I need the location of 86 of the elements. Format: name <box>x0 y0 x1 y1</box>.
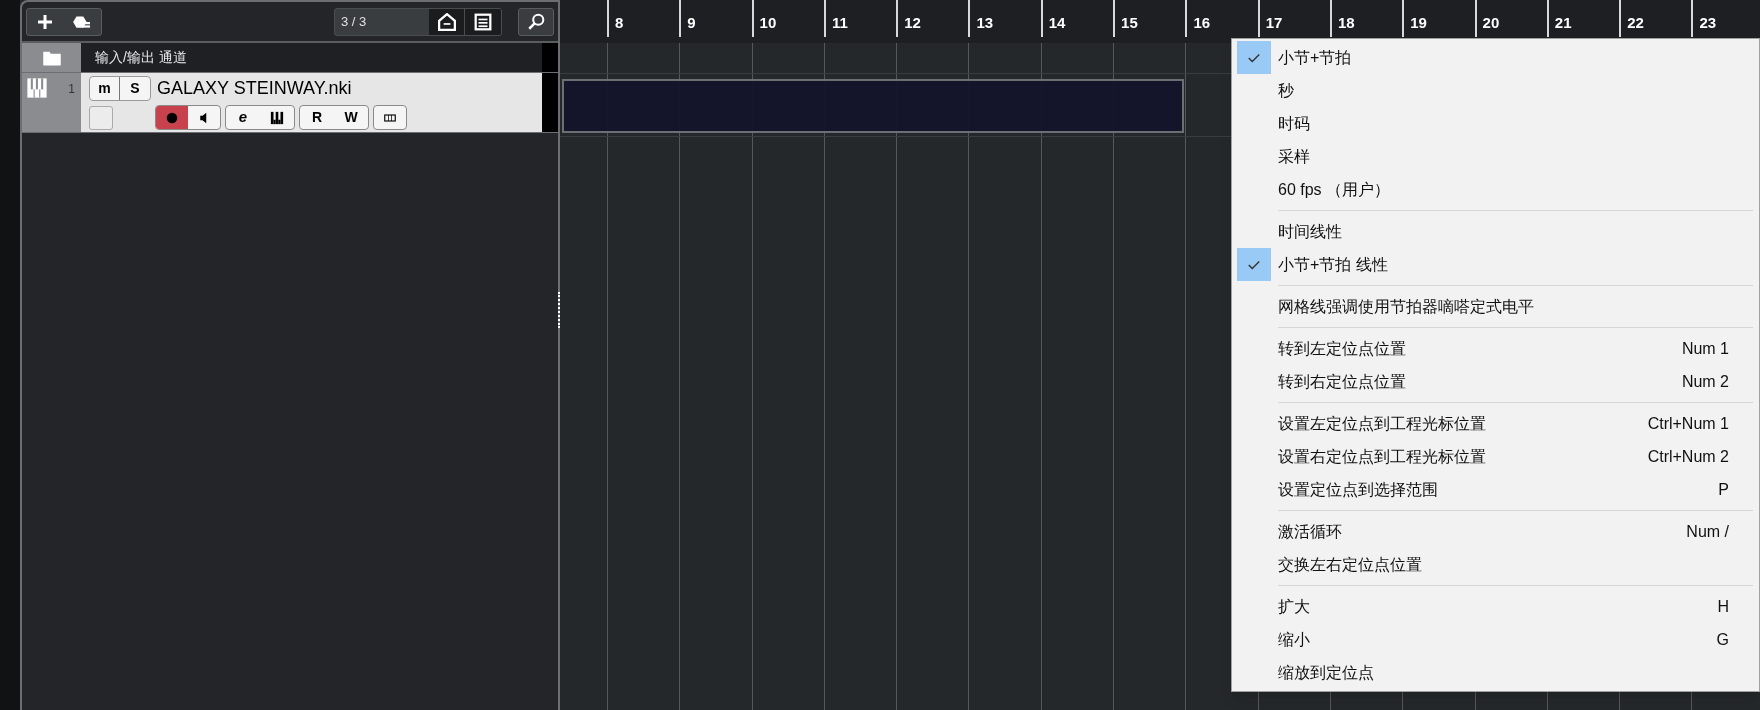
menu-item-label: 时间线性 <box>1278 221 1343 242</box>
solo-button[interactable]: S <box>120 77 150 100</box>
house-icon <box>437 12 456 31</box>
menu-item[interactable]: 激活循环 Num / <box>1232 515 1759 548</box>
bar-number: 15 <box>1121 12 1138 33</box>
menu-item[interactable]: 采样 <box>1232 140 1759 173</box>
bar-number: 10 <box>759 12 777 33</box>
menu-item-label: 缩放到定位点 <box>1278 662 1375 683</box>
menu-item-label: 秒 <box>1278 80 1295 101</box>
menu-item-label: 转到左定位点位置 <box>1278 338 1407 359</box>
bar-number: 12 <box>904 12 921 33</box>
search-button[interactable] <box>518 7 554 36</box>
bar-number: 22 <box>1627 12 1644 33</box>
folder-track-row[interactable]: 输入/输出 通道 <box>22 43 558 72</box>
menu-item-label: 转到右定位点位置 <box>1278 371 1407 392</box>
menu-item[interactable]: 转到右定位点位置 Num 2 <box>1232 365 1759 398</box>
menu-shortcut: G <box>1716 629 1729 650</box>
menu-item[interactable]: 缩放到定位点 <box>1232 656 1759 689</box>
lanes-button[interactable] <box>373 105 407 130</box>
menu-item[interactable]: 时间线性 <box>1232 215 1759 248</box>
write-automation-button[interactable]: W <box>334 106 368 129</box>
read-automation-button[interactable]: R <box>300 106 334 129</box>
record-icon <box>166 111 178 124</box>
menu-item[interactable]: 设置定位点到选择范围 P <box>1232 473 1759 506</box>
timeline-ruler[interactable]: 8 9 10 11 12 13 14 15 16 17 18 19 20 21 22 23 <box>560 0 1760 43</box>
bar-number: 20 <box>1482 12 1500 33</box>
menu-item-label: 设置左定位点到工程光标位置 <box>1278 413 1487 434</box>
menu-item[interactable]: 小节+节拍 <box>1232 41 1759 74</box>
midi-event[interactable] <box>562 79 1184 133</box>
record-enable-button[interactable] <box>156 106 188 129</box>
bar-number: 16 <box>1193 12 1211 33</box>
menu-item-label: 扩大 <box>1278 596 1311 617</box>
splitter-handle[interactable] <box>558 292 560 328</box>
menu-item-label: 小节+节拍 <box>1278 47 1353 68</box>
list-button[interactable] <box>465 8 501 35</box>
piano-keys-icon <box>270 110 284 125</box>
piano-keys-icon <box>26 77 48 99</box>
menu-shortcut: Num 2 <box>1681 371 1729 392</box>
instrument-track-row[interactable]: 1 m S GALAXY STEINWAY.nki e R W <box>22 72 558 133</box>
bar-number: 9 <box>687 12 696 33</box>
plus-icon <box>37 13 53 30</box>
search-icon <box>527 12 545 31</box>
menu-item[interactable]: 缩小 G <box>1232 623 1759 656</box>
home-button[interactable] <box>429 8 465 35</box>
bar-number: 13 <box>976 12 994 33</box>
track-name: GALAXY STEINWAY.nki <box>157 77 352 100</box>
track-color-box[interactable] <box>89 105 113 130</box>
bar-number: 21 <box>1554 12 1572 33</box>
menu-item-label: 采样 <box>1278 146 1311 167</box>
menu-item-label: 网格线强调使用节拍器嘀嗒定式电平 <box>1278 296 1535 317</box>
bar-number: 19 <box>1410 12 1427 33</box>
menu-item[interactable]: 60 fps （用户） <box>1232 173 1759 206</box>
bar-number: 17 <box>1265 12 1283 33</box>
menu-item[interactable]: 扩大 H <box>1232 590 1759 623</box>
menu-item-label: 60 fps （用户） <box>1278 179 1392 200</box>
menu-item[interactable]: 时码 <box>1232 107 1759 140</box>
bar-number: 8 <box>615 12 624 33</box>
track-number: 1 <box>68 81 76 98</box>
menu-shortcut: Num / <box>1686 521 1729 542</box>
menu-item-label: 时码 <box>1278 113 1311 134</box>
menu-item[interactable]: 交换左右定位点位置 <box>1232 548 1759 581</box>
menu-item-label: 设置右定位点到工程光标位置 <box>1278 446 1487 467</box>
menu-shortcut: Ctrl+Num 1 <box>1647 413 1729 434</box>
menu-item[interactable]: 秒 <box>1232 74 1759 107</box>
menu-shortcut: P <box>1718 479 1729 500</box>
menu-shortcut: H <box>1717 596 1729 617</box>
bar-number: 11 <box>831 12 848 33</box>
bar-number: 14 <box>1048 12 1066 33</box>
menu-shortcut: Ctrl+Num 2 <box>1647 446 1729 467</box>
mute-button[interactable]: m <box>90 77 120 100</box>
menu-item-label: 激活循环 <box>1278 521 1343 542</box>
menu-item-label: 小节+节拍 线性 <box>1278 254 1389 275</box>
bar-number: 23 <box>1699 12 1717 33</box>
menu-item[interactable]: 小节+节拍 线性 <box>1232 248 1759 281</box>
menu-item-label: 缩小 <box>1278 629 1311 650</box>
menu-item[interactable]: 设置左定位点到工程光标位置 Ctrl+Num 1 <box>1232 407 1759 440</box>
menu-item[interactable]: 转到左定位点位置 Num 1 <box>1232 332 1759 365</box>
track-counter: 3 / 3 <box>340 12 368 31</box>
menu-item-label: 交换左右定位点位置 <box>1278 554 1423 575</box>
menu-item-label: 设置定位点到选择范围 <box>1278 479 1439 500</box>
menu-item[interactable]: 设置右定位点到工程光标位置 Ctrl+Num 2 <box>1232 440 1759 473</box>
bar-number: 18 <box>1337 12 1355 33</box>
list-icon <box>474 12 492 31</box>
folder-track-title: 输入/输出 通道 <box>94 48 188 67</box>
menu-item[interactable]: 网格线强调使用节拍器嘀嗒定式电平 <box>1232 290 1759 323</box>
menu-shortcut: Num 1 <box>1681 338 1729 359</box>
